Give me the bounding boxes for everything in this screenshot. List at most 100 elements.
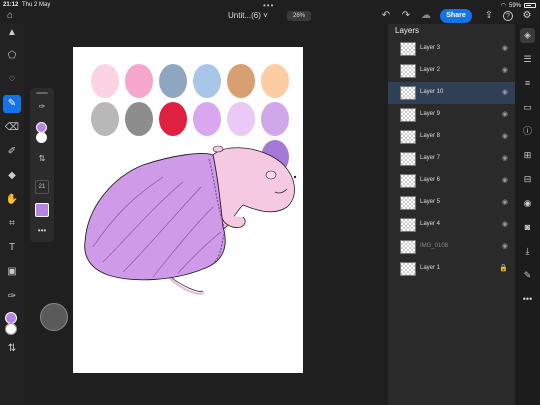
palette-swatch [227, 102, 255, 136]
more-icon[interactable]: ••• [520, 292, 535, 307]
background-color-swatch[interactable] [5, 323, 17, 335]
smudge-tool-icon[interactable]: ✋ [3, 191, 21, 209]
layer-row[interactable]: Layer 5 ◉ [388, 192, 515, 214]
eye-icon[interactable]: ◉ [502, 132, 508, 140]
eye-icon[interactable]: ◉ [502, 44, 508, 52]
palette-swatch [261, 64, 289, 98]
layer-name: Layer 7 [420, 155, 441, 161]
layer-thumbnail [400, 42, 416, 56]
select-tool-icon[interactable]: ▲ [3, 24, 21, 42]
eyedropper-tool-icon[interactable]: ✑ [3, 288, 21, 306]
layer-name: Layer 6 [420, 177, 441, 183]
share-button[interactable]: Share [440, 9, 472, 23]
layer-thumbnail [400, 218, 416, 232]
layers-panel-icon[interactable]: ◈ [520, 28, 535, 43]
text-tool-icon[interactable]: T [3, 239, 21, 257]
layer-thumbnail [400, 262, 416, 276]
mixer-brush-tool-icon[interactable]: ✐ [3, 143, 21, 161]
zoom-level[interactable]: 26% [287, 11, 311, 21]
eye-icon[interactable]: ◉ [502, 88, 508, 96]
crop-tool-icon[interactable]: ⌗ [3, 215, 21, 233]
layer-thumbnail [400, 174, 416, 188]
layer-row[interactable]: Layer 10 ◉ [388, 82, 515, 104]
layer-name: Layer 9 [420, 111, 441, 117]
layer-thumbnail [400, 240, 416, 254]
layer-thumbnail [400, 130, 416, 144]
panel-grip[interactable] [36, 92, 48, 94]
layer-name: IMG_0108 [420, 243, 449, 249]
brush-color-swatch[interactable] [35, 203, 49, 217]
cloud-icon[interactable]: ☁ [420, 10, 432, 22]
add-layer-icon[interactable]: ⊞ [520, 148, 535, 163]
visibility-icon[interactable]: ◉ [520, 196, 535, 211]
lock-icon[interactable]: 🔒 [499, 264, 508, 272]
layer-name: Layer 10 [420, 89, 444, 95]
layer-name: Layer 8 [420, 133, 441, 139]
creature-illustration [84, 145, 297, 295]
adjustments-icon[interactable]: ≡ [520, 76, 535, 91]
eyedropper-icon[interactable]: ✑ [34, 102, 50, 114]
canvas[interactable] [73, 47, 303, 373]
help-icon[interactable]: ? [503, 11, 513, 21]
top-bar: ⌂ Untit...(6) ˅ 26% ↶ ↷ ☁ Share ⇪ ? ⚙ [0, 8, 540, 24]
group-icon[interactable]: ⊟ [520, 172, 535, 187]
palette-swatch [91, 102, 119, 136]
brush-tool-icon[interactable]: ✎ [3, 95, 21, 113]
info-icon[interactable]: ⓘ [520, 124, 535, 139]
layer-row[interactable]: Layer 1 🔒 [388, 258, 515, 280]
layer-row[interactable]: Layer 7 ◉ [388, 148, 515, 170]
lasso-tool-icon[interactable]: ◌ [3, 70, 21, 88]
layer-name: Layer 2 [420, 67, 441, 73]
layer-name: Layer 3 [420, 45, 441, 51]
layer-row[interactable]: Layer 9 ◉ [388, 104, 515, 126]
clear-icon[interactable]: ✎ [520, 268, 535, 283]
export-icon[interactable]: ⇪ [483, 10, 495, 22]
home-icon[interactable]: ⌂ [4, 10, 16, 22]
layer-row[interactable]: Layer 3 ◉ [388, 38, 515, 60]
transform-tool-icon[interactable]: ⬠ [3, 47, 21, 65]
layer-row[interactable]: Layer 6 ◉ [388, 170, 515, 192]
app-window: 21:12 Thu 2 May ••• ◠ 59% ⌂ Untit...(6) … [0, 0, 540, 405]
redo-icon[interactable]: ↷ [400, 10, 412, 22]
undo-icon[interactable]: ↶ [380, 10, 392, 22]
palette-swatch [159, 64, 187, 98]
layer-row[interactable]: Layer 4 ◉ [388, 214, 515, 236]
merge-icon[interactable]: ⤓ [520, 244, 535, 259]
layer-thumbnail [400, 196, 416, 210]
eye-icon[interactable]: ◉ [502, 154, 508, 162]
palette-swatch [227, 64, 255, 98]
eye-icon[interactable]: ◉ [502, 66, 508, 74]
chevron-down-icon: ˅ [263, 11, 268, 20]
image-tool-icon[interactable]: ▣ [3, 263, 21, 281]
layer-properties-icon[interactable]: ☰ [520, 52, 535, 67]
eye-icon[interactable]: ◉ [502, 110, 508, 118]
mask-icon[interactable]: ◙ [520, 220, 535, 235]
layers-panel-title: Layers [395, 26, 420, 35]
palette-swatch [125, 64, 153, 98]
layer-name: Layer 5 [420, 199, 441, 205]
comments-icon[interactable]: ▭ [520, 100, 535, 115]
settings-icon[interactable]: ⚙ [521, 10, 533, 22]
right-panel-strip: ◈ ☰ ≡ ▭ ⓘ ⊞ ⊟ ◉ ◙ ⤓ ✎ ••• [515, 24, 540, 405]
eraser-tool-icon[interactable]: ⌫ [3, 119, 21, 137]
eye-icon[interactable]: ◉ [502, 198, 508, 206]
touch-shortcut-button[interactable] [40, 303, 68, 331]
layer-row[interactable]: Layer 8 ◉ [388, 126, 515, 148]
eye-icon[interactable]: ◉ [502, 220, 508, 228]
palette-swatch [193, 102, 221, 136]
layer-name: Layer 4 [420, 221, 441, 227]
artwork [84, 64, 297, 295]
layer-row[interactable]: Layer 2 ◉ [388, 60, 515, 82]
brush-size[interactable]: 21 [35, 180, 49, 194]
eye-icon[interactable]: ◉ [502, 242, 508, 250]
fill-tool-icon[interactable]: ◆ [3, 167, 21, 185]
layer-row[interactable]: IMG_0108 ◉ [388, 236, 515, 258]
document-title[interactable]: Untit...(6) ˅ [228, 11, 268, 20]
swap-colors-icon[interactable]: ⇅ [3, 340, 21, 358]
panel-background-swatch[interactable] [36, 132, 47, 143]
swap-icon[interactable]: ⇅ [34, 154, 50, 166]
eye-icon[interactable]: ◉ [502, 176, 508, 184]
more-options-icon[interactable]: ••• [34, 226, 50, 238]
palette-swatch [261, 102, 289, 136]
palette-swatch [193, 64, 221, 98]
